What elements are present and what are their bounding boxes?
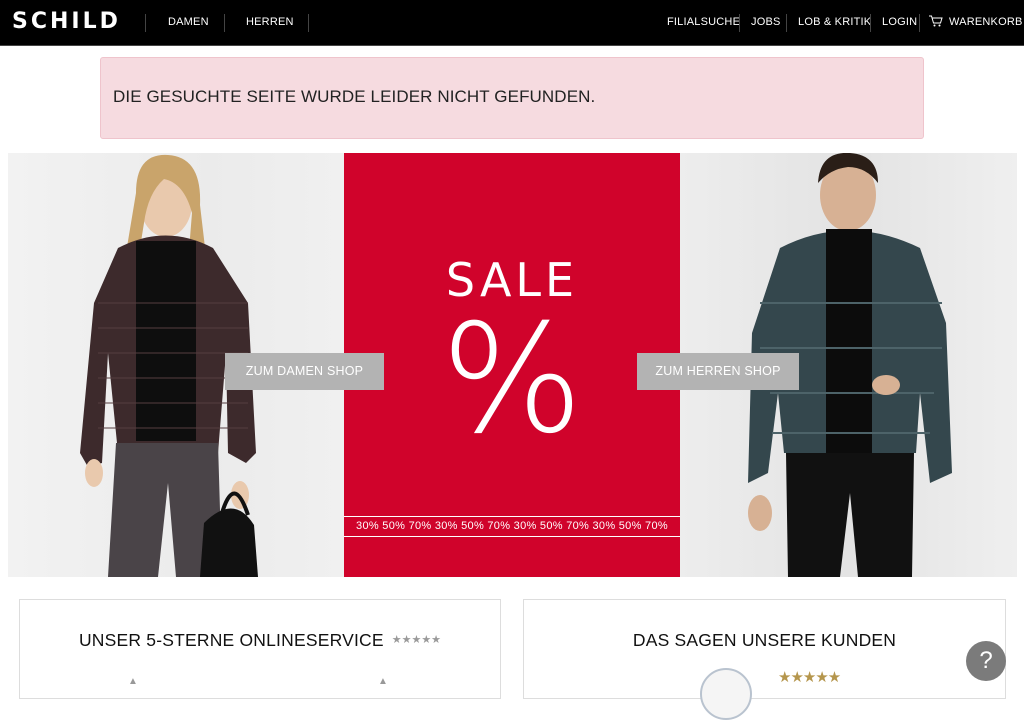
schild-logo[interactable]: SCHILD [12, 9, 121, 34]
nav-item-damen[interactable]: DAMEN [168, 16, 209, 28]
nav-divider [308, 14, 309, 32]
service-card: UNSER 5-STERNE ONLINESERVICE ★★★★★ ▲ ▲ [19, 599, 501, 699]
nav-divider [919, 14, 920, 32]
customer-rating-stars: ★★★★★ [778, 669, 841, 686]
herren-shop-button[interactable]: ZUM HERREN SHOP [637, 353, 799, 390]
error-alert: DIE GESUCHTE SEITE WURDE LEIDER NICHT GE… [100, 57, 924, 139]
nav-divider [224, 14, 225, 32]
star-icon: ▲ [128, 676, 138, 687]
nav-divider [145, 14, 146, 32]
shopping-cart-icon[interactable] [929, 15, 943, 27]
error-message: DIE GESUCHTE SEITE WURDE LEIDER NICHT GE… [113, 87, 596, 106]
help-button[interactable]: ? [966, 641, 1006, 681]
nav-divider [739, 14, 740, 32]
reviews-card: DAS SAGEN UNSERE KUNDEN ★★★★★ [523, 599, 1006, 720]
percent-symbol: % [440, 293, 584, 467]
nav-item-filialsuche[interactable]: FILIALSUCHE [667, 16, 740, 28]
star-icon: ▲ [378, 676, 388, 687]
nav-item-jobs[interactable]: JOBS [751, 16, 781, 28]
nav-item-lob-kritik[interactable]: LOB & KRITIK [798, 16, 871, 28]
trust-seal-icon[interactable] [700, 668, 752, 720]
damen-shop-button[interactable]: ZUM DAMEN SHOP [225, 353, 384, 390]
service-card-title: UNSER 5-STERNE ONLINESERVICE [78, 630, 384, 650]
nav-item-herren[interactable]: HERREN [246, 16, 294, 28]
nav-divider [786, 14, 787, 32]
reviews-card-title: DAS SAGEN UNSERE KUNDEN [632, 630, 897, 650]
nav-divider [870, 14, 871, 32]
nav-item-login[interactable]: LOGIN [882, 16, 917, 28]
discount-strip: 30% 50% 70% 30% 50% 70% 30% 50% 70% 30% … [344, 516, 680, 537]
top-navigation-bar: SCHILD DAMEN HERREN FILIALSUCHE JOBS LOB… [0, 0, 1024, 46]
sale-promo-panel[interactable]: SALE % 30% 50% 70% 30% 50% 70% 30% 50% 7… [344, 153, 680, 577]
five-star-rating-icon: ★★★★★ [391, 634, 442, 646]
sale-hero-banner: SALE % 30% 50% 70% 30% 50% 70% 30% 50% 7… [8, 153, 1017, 577]
service-card-heading: UNSER 5-STERNE ONLINESERVICE ★★★★★ [20, 630, 500, 651]
nav-item-warenkorb[interactable]: WARENKORB [949, 16, 1023, 28]
